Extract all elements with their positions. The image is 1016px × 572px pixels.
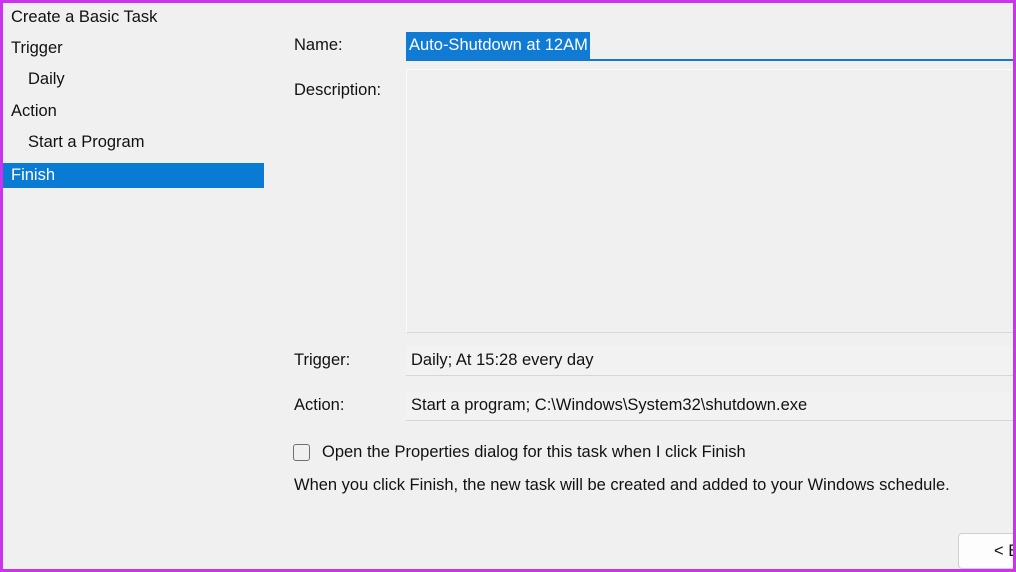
action-label: Action: bbox=[294, 396, 345, 414]
back-button-label: < Back bbox=[994, 541, 1013, 560]
wizard-content-pane: Name: Auto-Shutdown at 12AM Description:… bbox=[288, 3, 1013, 569]
action-value: Start a program; C:\Windows\System32\shu… bbox=[411, 396, 808, 414]
name-input-value: Auto-Shutdown at 12AM bbox=[406, 31, 590, 59]
open-properties-checkbox-row[interactable]: Open the Properties dialog for this task… bbox=[293, 443, 746, 462]
back-button[interactable]: < Back bbox=[958, 533, 1013, 569]
description-textarea[interactable] bbox=[406, 69, 1013, 333]
nav-item-start-a-program[interactable]: Start a Program bbox=[3, 130, 144, 155]
nav-item-label: Finish bbox=[11, 166, 56, 184]
wizard-step-list: Create a Basic Task Trigger Daily Action… bbox=[3, 3, 288, 569]
open-properties-checkbox[interactable] bbox=[293, 444, 310, 461]
finish-helper-text: When you click Finish, the new task will… bbox=[294, 476, 950, 494]
nav-item-finish[interactable]: Finish bbox=[3, 163, 264, 188]
nav-item-daily[interactable]: Daily bbox=[3, 67, 65, 92]
name-input[interactable]: Auto-Shutdown at 12AM bbox=[406, 31, 1013, 61]
trigger-value: Daily; At 15:28 every day bbox=[411, 351, 594, 369]
nav-item-trigger[interactable]: Trigger bbox=[3, 36, 63, 61]
nav-item-action[interactable]: Action bbox=[3, 99, 57, 124]
nav-item-label: Start a Program bbox=[28, 133, 145, 151]
nav-item-label: Create a Basic Task bbox=[11, 8, 158, 26]
open-properties-checkbox-label: Open the Properties dialog for this task… bbox=[322, 443, 746, 461]
description-label: Description: bbox=[294, 81, 382, 99]
trigger-value-field: Daily; At 15:28 every day bbox=[406, 346, 1013, 376]
nav-item-label: Action bbox=[11, 102, 57, 120]
create-basic-task-wizard-window: Create a Basic Task Trigger Daily Action… bbox=[0, 0, 1016, 572]
action-value-field: Start a program; C:\Windows\System32\shu… bbox=[406, 391, 1013, 421]
nav-item-label: Trigger bbox=[11, 39, 63, 57]
name-label: Name: bbox=[294, 36, 343, 54]
nav-item-create-a-basic-task[interactable]: Create a Basic Task bbox=[3, 5, 157, 30]
nav-item-label: Daily bbox=[28, 70, 65, 88]
trigger-label: Trigger: bbox=[294, 351, 351, 369]
